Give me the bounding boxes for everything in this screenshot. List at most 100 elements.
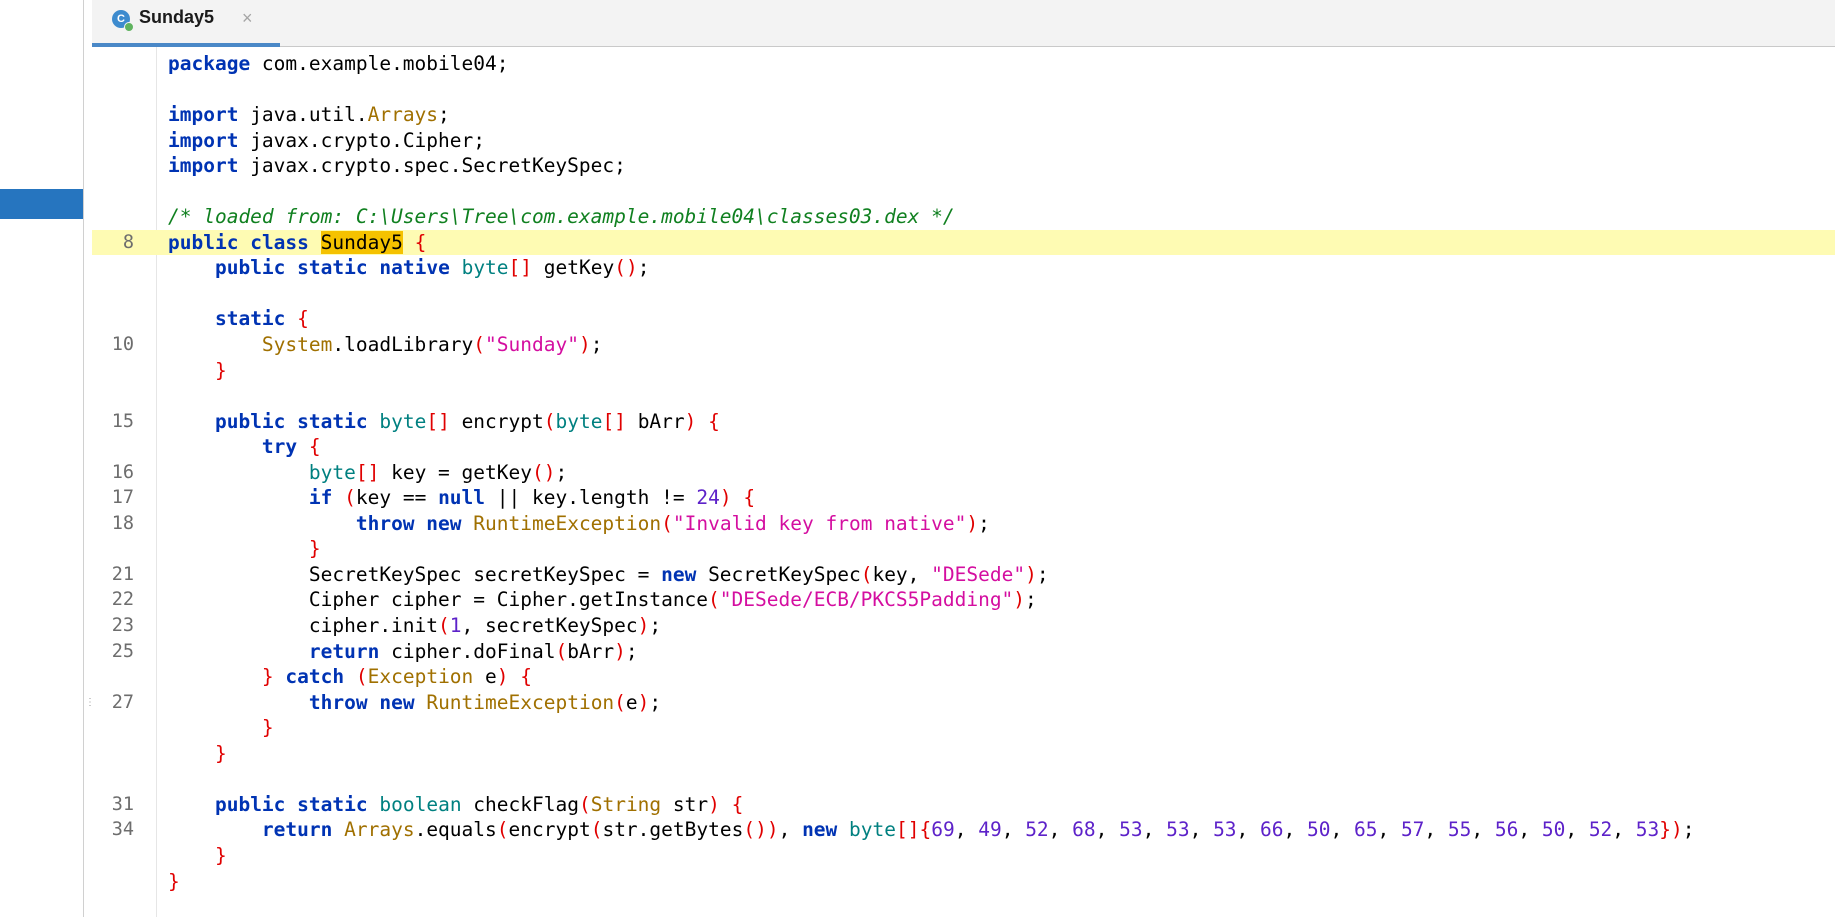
code-line[interactable]: static { xyxy=(92,306,1835,332)
code-line[interactable]: 34 return Arrays.equals(encrypt(str.getB… xyxy=(92,817,1835,843)
code-line[interactable]: } xyxy=(92,741,1835,767)
code-line[interactable]: try { xyxy=(92,434,1835,460)
code-token: , xyxy=(1565,818,1589,842)
code-line[interactable]: 27 throw new RuntimeException(e); xyxy=(92,690,1835,716)
code-token: ( xyxy=(355,665,368,689)
code-text[interactable]: } xyxy=(168,358,227,384)
code-line[interactable] xyxy=(92,766,1835,792)
code-text[interactable]: package com.example.mobile04; xyxy=(168,51,508,77)
code-text[interactable]: public static byte[] encrypt(byte[] bArr… xyxy=(168,409,720,435)
code-token: [] xyxy=(602,409,626,433)
code-text[interactable]: import javax.crypto.spec.SecretKeySpec; xyxy=(168,153,626,179)
code-text[interactable]: static { xyxy=(168,306,309,332)
code-line[interactable]: 17 if (key == null || key.length != 24) … xyxy=(92,485,1835,511)
code-text[interactable]: try { xyxy=(168,434,321,460)
code-line[interactable]: 16 byte[] key = getKey(); xyxy=(92,460,1835,486)
code-text[interactable]: import java.util.Arrays; xyxy=(168,102,450,128)
code-line[interactable] xyxy=(92,179,1835,205)
code-line[interactable]: } xyxy=(92,536,1835,562)
code-token: ( xyxy=(708,588,720,612)
line-number: 31 xyxy=(111,793,134,815)
code-text[interactable]: } xyxy=(168,869,180,895)
code-text[interactable]: import javax.crypto.Cipher; xyxy=(168,128,485,154)
code-token: , xyxy=(778,818,803,842)
code-text[interactable]: return cipher.doFinal(bArr); xyxy=(168,639,638,665)
code-token: "DESede" xyxy=(931,562,1026,586)
code-line[interactable]: import javax.crypto.Cipher; xyxy=(92,128,1835,154)
code-line[interactable] xyxy=(92,383,1835,409)
code-line[interactable]: 21 SecretKeySpec secretKeySpec = new Sec… xyxy=(92,562,1835,588)
code-text[interactable]: public static boolean checkFlag(String s… xyxy=(168,792,743,818)
panel-divider[interactable] xyxy=(83,0,84,917)
code-line[interactable]: 25 return cipher.doFinal(bArr); xyxy=(92,639,1835,665)
code-text[interactable]: throw new RuntimeException(e); xyxy=(168,690,661,716)
code-line[interactable]: 23 cipher.init(1, secretKeySpec); xyxy=(92,613,1835,639)
code-token: ; xyxy=(1025,588,1037,612)
code-line[interactable]: import java.util.Arrays; xyxy=(92,102,1835,128)
code-text[interactable]: public static native byte[] getKey(); xyxy=(168,255,649,281)
code-line[interactable]: 15 public static byte[] encrypt(byte[] b… xyxy=(92,409,1835,435)
code-line[interactable]: /* loaded from: C:\Users\Tree\com.exampl… xyxy=(92,204,1835,230)
code-token: native xyxy=(379,256,450,280)
code-token: RuntimeException xyxy=(473,511,662,535)
code-line[interactable]: public static native byte[] getKey(); xyxy=(92,255,1835,281)
code-text[interactable]: SecretKeySpec secretKeySpec = new Secret… xyxy=(168,562,1049,588)
code-line[interactable]: } xyxy=(92,358,1835,384)
code-text[interactable]: } xyxy=(168,843,227,869)
code-text[interactable]: /* loaded from: C:\Users\Tree\com.exampl… xyxy=(168,204,955,230)
code-token: ) xyxy=(966,511,979,535)
drag-handle-icon[interactable]: ⋮ xyxy=(85,698,95,724)
code-line[interactable]: } xyxy=(92,715,1835,741)
code-line[interactable]: 22 Cipher cipher = Cipher.getInstance("D… xyxy=(92,587,1835,613)
line-number: 15 xyxy=(111,410,134,432)
code-text[interactable]: if (key == null || key.length != 24) { xyxy=(168,485,755,511)
code-text[interactable]: System.loadLibrary("Sunday"); xyxy=(168,332,603,358)
code-token: 53 xyxy=(1119,818,1143,842)
code-line-highlighted[interactable]: 8 public class Sunday5 { xyxy=(92,229,1835,256)
code-token: ) xyxy=(578,333,591,357)
code-line[interactable]: 31 public static boolean checkFlag(Strin… xyxy=(92,792,1835,818)
code-line[interactable]: } catch (Exception e) { xyxy=(92,664,1835,690)
code-token: , xyxy=(1377,818,1401,842)
code-text[interactable]: } xyxy=(168,536,321,562)
code-text[interactable]: throw new RuntimeException("Invalid key … xyxy=(168,511,990,537)
code-token: 50 xyxy=(1541,818,1566,842)
code-line[interactable]: } xyxy=(92,843,1835,869)
code-text[interactable]: } xyxy=(168,741,227,767)
code-token: ) xyxy=(614,639,626,663)
code-token: SecretKeySpec secretKeySpec = xyxy=(168,562,662,586)
code-editor[interactable]: package com.example.mobile04; import java… xyxy=(92,47,1835,917)
code-token: java.util. xyxy=(238,103,368,127)
code-line[interactable]: import javax.crypto.spec.SecretKeySpec; xyxy=(92,153,1835,179)
code-token: } xyxy=(214,843,227,867)
code-text[interactable]: } catch (Exception e) { xyxy=(168,664,532,690)
code-token: 53 xyxy=(1166,818,1190,842)
code-text[interactable]: public class Sunday5 { xyxy=(168,230,426,256)
code-line[interactable]: 10 System.loadLibrary("Sunday"); xyxy=(92,332,1835,358)
code-text[interactable]: } xyxy=(168,715,274,741)
tab-close-icon[interactable]: × xyxy=(242,8,253,29)
code-token: public xyxy=(168,230,239,254)
code-text[interactable]: Cipher cipher = Cipher.getInstance("DESe… xyxy=(168,587,1037,613)
code-token: ( xyxy=(473,333,486,357)
code-text[interactable]: cipher.init(1, secretKeySpec); xyxy=(168,613,661,639)
tree-selection-highlight[interactable] xyxy=(0,189,83,219)
code-token: , xyxy=(954,818,979,842)
code-area[interactable]: package com.example.mobile04; import java… xyxy=(92,51,1835,894)
code-text[interactable]: return Arrays.equals(encrypt(str.getByte… xyxy=(168,817,1695,843)
code-line[interactable] xyxy=(92,281,1835,307)
editor-tab-sunday5[interactable]: C Sunday5 × xyxy=(92,0,280,47)
code-text[interactable]: byte[] key = getKey(); xyxy=(168,460,567,486)
code-token: 52 xyxy=(1588,818,1613,842)
code-line[interactable]: 18 throw new RuntimeException("Invalid k… xyxy=(92,511,1835,537)
code-line[interactable]: } xyxy=(92,869,1835,895)
code-line[interactable] xyxy=(92,77,1835,103)
code-line[interactable]: package com.example.mobile04; xyxy=(92,51,1835,77)
